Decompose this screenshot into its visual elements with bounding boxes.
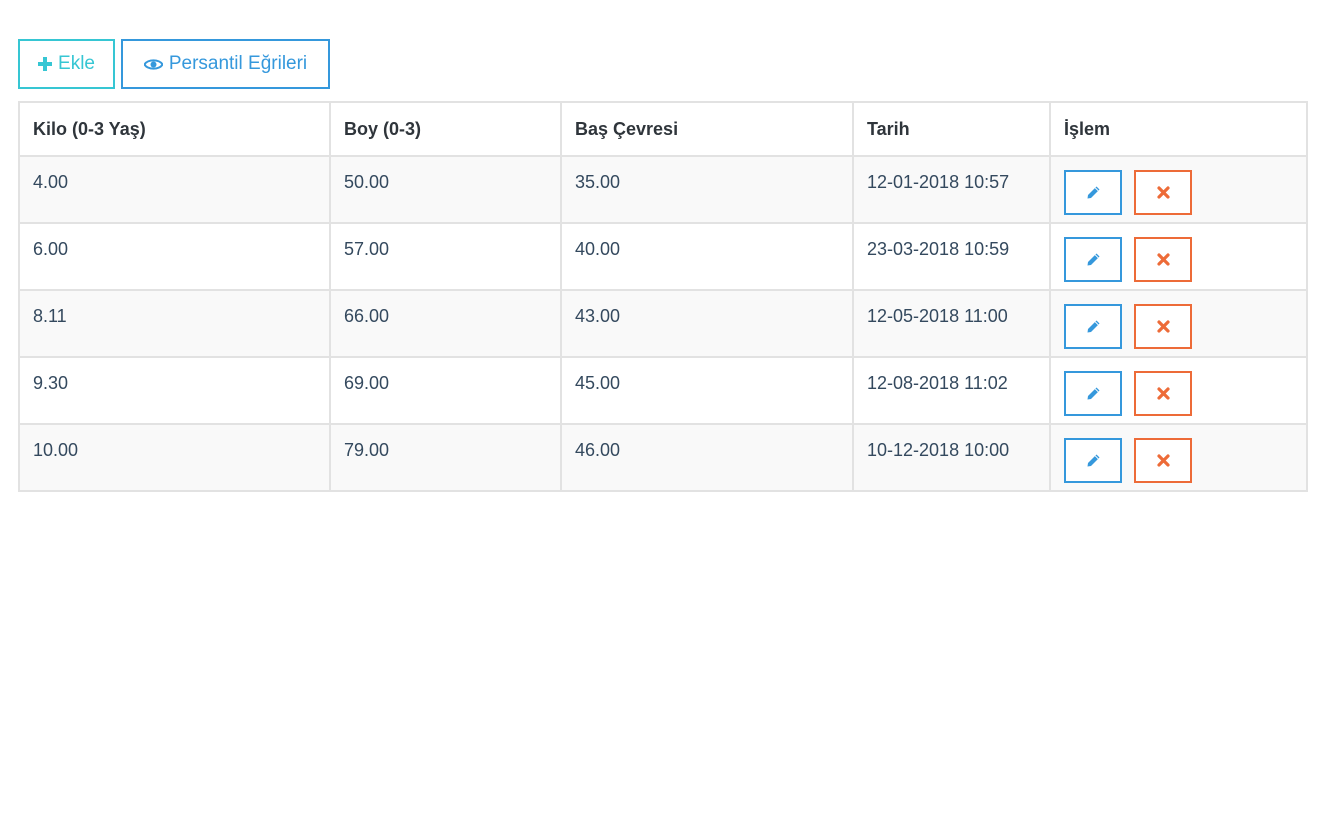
- table-row: 8.11 66.00 43.00 12-05-2018 11:00: [18, 289, 1308, 358]
- pencil-icon: [1087, 253, 1099, 266]
- delete-button[interactable]: [1134, 237, 1192, 282]
- percentile-curves-label: Persantil Eğrileri: [168, 53, 308, 74]
- edit-button[interactable]: [1064, 304, 1122, 349]
- percentile-curves-button[interactable]: Persantil Eğrileri: [121, 39, 330, 89]
- edit-button[interactable]: [1064, 237, 1122, 282]
- table-row: 4.00 50.00 35.00 12-01-2018 10:57: [18, 155, 1308, 224]
- table-row: 6.00 57.00 40.00 23-03-2018 10:59: [18, 222, 1308, 291]
- row-actions: [1064, 237, 1306, 282]
- cell-date: 23-03-2018 10:59: [852, 222, 1051, 291]
- cell-weight: 9.30: [18, 356, 331, 425]
- header-action: İşlem: [1049, 101, 1308, 157]
- header-weight: Kilo (0-3 Yaş): [18, 101, 331, 157]
- cell-head-circumference: 40.00: [560, 222, 854, 291]
- cell-head-circumference: 46.00: [560, 423, 854, 492]
- eye-icon: [143, 58, 163, 70]
- cell-head-circumference: 35.00: [560, 155, 854, 224]
- cell-weight: 10.00: [18, 423, 331, 492]
- table-header-row: Kilo (0-3 Yaş) Boy (0-3) Baş Çevresi Tar…: [18, 101, 1308, 157]
- pencil-icon: [1087, 387, 1099, 400]
- toolbar: Ekle Persantil Eğrileri: [18, 39, 330, 89]
- cell-actions: [1049, 155, 1308, 224]
- cell-date: 12-05-2018 11:00: [852, 289, 1051, 358]
- cell-date: 12-01-2018 10:57: [852, 155, 1051, 224]
- add-button[interactable]: Ekle: [18, 39, 115, 89]
- times-icon: [1156, 253, 1170, 266]
- pencil-icon: [1087, 454, 1099, 467]
- add-button-label: Ekle: [58, 53, 95, 74]
- cell-height: 57.00: [329, 222, 562, 291]
- cell-head-circumference: 43.00: [560, 289, 854, 358]
- cell-weight: 8.11: [18, 289, 331, 358]
- row-actions: [1064, 304, 1306, 349]
- cell-height: 69.00: [329, 356, 562, 425]
- cell-height: 66.00: [329, 289, 562, 358]
- cell-date: 12-08-2018 11:02: [852, 356, 1051, 425]
- cell-weight: 6.00: [18, 222, 331, 291]
- times-icon: [1156, 186, 1170, 199]
- pencil-icon: [1087, 320, 1099, 333]
- row-actions: [1064, 438, 1306, 483]
- row-actions: [1064, 371, 1306, 416]
- times-icon: [1156, 387, 1170, 400]
- cell-head-circumference: 45.00: [560, 356, 854, 425]
- measurements-table: Kilo (0-3 Yaş) Boy (0-3) Baş Çevresi Tar…: [18, 101, 1308, 492]
- table-row: 10.00 79.00 46.00 10-12-2018 10:00: [18, 423, 1308, 492]
- cell-actions: [1049, 289, 1308, 358]
- times-icon: [1156, 454, 1170, 467]
- edit-button[interactable]: [1064, 170, 1122, 215]
- cell-actions: [1049, 222, 1308, 291]
- cell-actions: [1049, 356, 1308, 425]
- cell-weight: 4.00: [18, 155, 331, 224]
- edit-button[interactable]: [1064, 438, 1122, 483]
- table-row: 9.30 69.00 45.00 12-08-2018 11:02: [18, 356, 1308, 425]
- row-actions: [1064, 170, 1306, 215]
- cell-height: 50.00: [329, 155, 562, 224]
- delete-button[interactable]: [1134, 170, 1192, 215]
- cell-actions: [1049, 423, 1308, 492]
- header-head-circumference: Baş Çevresi: [560, 101, 854, 157]
- header-date: Tarih: [852, 101, 1051, 157]
- times-icon: [1156, 320, 1170, 333]
- header-height: Boy (0-3): [329, 101, 562, 157]
- delete-button[interactable]: [1134, 438, 1192, 483]
- cell-height: 79.00: [329, 423, 562, 492]
- pencil-icon: [1087, 186, 1099, 199]
- cell-date: 10-12-2018 10:00: [852, 423, 1051, 492]
- edit-button[interactable]: [1064, 371, 1122, 416]
- delete-button[interactable]: [1134, 304, 1192, 349]
- delete-button[interactable]: [1134, 371, 1192, 416]
- plus-icon: [38, 57, 53, 71]
